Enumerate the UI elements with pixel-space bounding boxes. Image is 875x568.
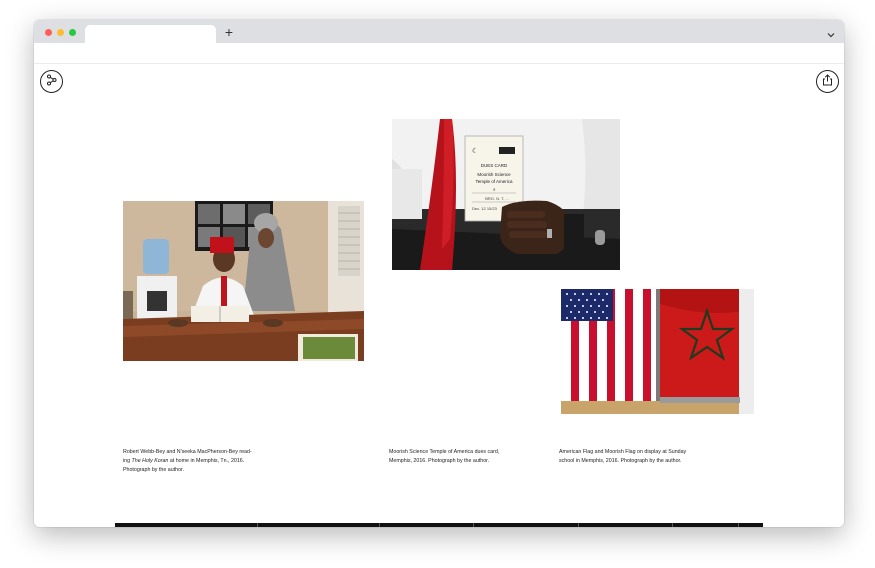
share-icon: [822, 73, 833, 91]
caption-text: ing: [123, 458, 132, 464]
strip-divider: [578, 523, 579, 527]
title-bar: +: [34, 20, 844, 43]
browser-toolbar: [34, 43, 844, 64]
caption-line: Robert Webb-Bey and N'seeka MacPherson-B…: [123, 449, 252, 455]
strip-divider: [379, 523, 380, 527]
caption-line: Photograph by the author.: [123, 467, 184, 473]
share-button[interactable]: [816, 70, 839, 93]
dues-card-org-2: Temple of America: [475, 179, 513, 184]
caption-dues-card: Moorish Science Temple of America dues c…: [389, 448, 529, 466]
next-section-strip: [115, 523, 763, 527]
caption-flags: American Flag and Moorish Flag on displa…: [559, 448, 714, 466]
strip-divider: [257, 523, 258, 527]
svg-text:☾: ☾: [472, 147, 478, 155]
photo-flags: [561, 289, 754, 414]
caption-reading-koran: Robert Webb-Bey and N'seeka MacPherson-B…: [123, 448, 273, 475]
close-window-button[interactable]: [45, 29, 52, 36]
caption-title-italic: The Holy Koran: [131, 458, 169, 464]
strip-divider: [672, 523, 673, 527]
caption-text: at home in Memphis, Tn., 2016.: [168, 458, 245, 464]
strip-divider: [738, 523, 739, 527]
caption-line: American Flag and Moorish Flag on displa…: [559, 449, 687, 455]
maximize-window-button[interactable]: [69, 29, 76, 36]
caption-line: Moorish Science Temple of America dues c…: [389, 449, 500, 455]
dues-card-org-1: Moorish Science: [477, 172, 511, 177]
caption-line: ing The Holy Koran at home in Memphis, T…: [123, 457, 273, 466]
dues-card-date: Dec. 12 15/23: [472, 206, 498, 211]
caption-line: school in Memphis, 2016. Photograph by t…: [559, 458, 682, 464]
dues-card-member: BRO. N. T. ...: [485, 196, 509, 201]
photo-reading-koran: [123, 201, 364, 361]
caption-line: Memphis, 2016. Photograph by the author.: [389, 458, 490, 464]
strip-divider: [473, 523, 474, 527]
minimize-window-button[interactable]: [57, 29, 64, 36]
page-content: ☾ DUES CARD Moorish Science Temple of Am…: [34, 64, 844, 527]
chevron-down-icon[interactable]: [826, 27, 836, 38]
browser-tab[interactable]: [85, 25, 216, 43]
scatter-menu-icon: [46, 73, 58, 91]
menu-button[interactable]: [40, 70, 63, 93]
browser-window: + ☾ DUES CARD Moorish Science Temple of …: [34, 20, 844, 527]
photo-dues-card: ☾ DUES CARD Moorish Science Temple of Am…: [392, 119, 620, 270]
dues-card-title: DUES CARD: [481, 163, 508, 168]
new-tab-button[interactable]: +: [222, 24, 236, 40]
